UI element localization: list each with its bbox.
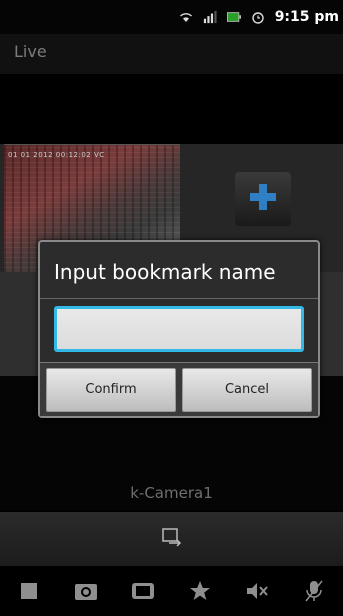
add-camera-button[interactable] <box>235 172 291 226</box>
bookmark-star-icon[interactable] <box>186 577 214 605</box>
stop-icon[interactable] <box>15 577 43 605</box>
cancel-button[interactable]: Cancel <box>182 367 312 412</box>
record-icon[interactable] <box>129 577 157 605</box>
video-area-top <box>0 74 343 144</box>
wifi-icon <box>179 10 193 24</box>
status-time: 9:15 pm <box>274 9 339 25</box>
switch-view-bar <box>0 512 343 566</box>
alarm-icon <box>251 10 265 24</box>
bottom-toolbar <box>0 566 343 616</box>
page-title: Live <box>14 42 47 61</box>
dialog-divider <box>40 298 318 299</box>
signal-icon <box>203 10 217 24</box>
bookmark-dialog: Input bookmark name Confirm Cancel <box>38 240 320 418</box>
switch-view-icon[interactable] <box>160 525 184 553</box>
camera-name-label: k-Camera1 <box>130 484 213 502</box>
snapshot-icon[interactable] <box>72 577 100 605</box>
bookmark-name-input[interactable] <box>54 306 304 352</box>
mute-icon[interactable] <box>243 577 271 605</box>
status-bar: 9:15 pm <box>0 0 343 34</box>
confirm-button[interactable]: Confirm <box>46 367 176 412</box>
dialog-button-bar: Confirm Cancel <box>40 362 318 416</box>
camera-osd-text: 01 01 2012 00:12:02 VC <box>8 151 105 159</box>
mic-off-icon[interactable] <box>300 577 328 605</box>
plus-icon <box>248 182 278 216</box>
battery-icon <box>226 10 241 24</box>
app-titlebar: Live <box>0 34 343 74</box>
dialog-title: Input bookmark name <box>54 260 276 284</box>
